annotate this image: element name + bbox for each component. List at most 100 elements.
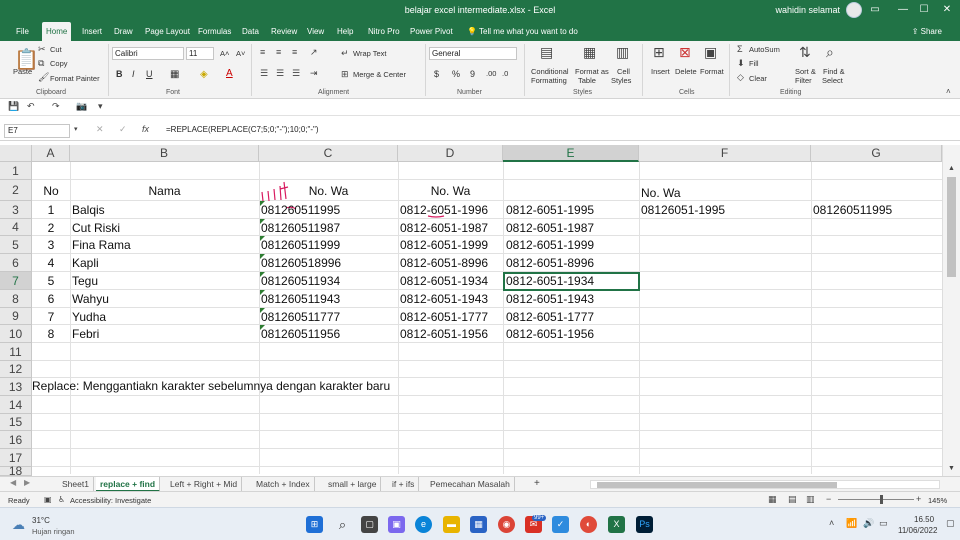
store-icon[interactable]: ▦ [470,516,487,533]
paste-button[interactable]: Paste [13,67,32,76]
sheet-tab-small-large[interactable]: small + large [324,477,382,492]
row-header[interactable]: 3 [0,201,32,219]
prev-sheet-icon[interactable]: ◀ [10,478,16,487]
undo-icon[interactable]: ↶ [27,101,35,112]
battery-icon[interactable]: ▭ [879,518,888,529]
tab-home[interactable]: Home [42,22,72,41]
row-header[interactable]: 9 [0,308,32,325]
photoshop-icon[interactable]: Ps [636,516,653,533]
enter-icon[interactable]: ✓ [119,124,127,135]
autosum-icon[interactable]: Σ [737,44,743,54]
cell-d[interactable]: 0812-6051-1996 [400,202,488,218]
sort-filter-icon[interactable]: ⇅ [799,44,811,61]
cell-c[interactable]: 081260511987 [261,220,340,236]
tab-review[interactable]: Review [267,22,301,41]
cell-nama[interactable]: Kapli [72,255,99,271]
align-bottom-icon[interactable]: ≡ [292,47,297,57]
error-indicator-icon[interactable] [260,325,265,330]
cell-d[interactable]: 0812-6051-1943 [400,291,488,307]
font-name-select[interactable]: Calibri [112,47,184,60]
minimize-button[interactable]: — [896,3,910,17]
find-select-button[interactable]: Find & [823,67,845,76]
cell-no[interactable]: 1 [32,202,70,218]
clock-date[interactable]: 11/06/2022 [898,526,937,535]
tasks-icon[interactable]: ✓ [552,516,569,533]
cell-nama[interactable]: Febri [72,326,99,342]
cut-button[interactable]: Cut [50,45,62,54]
italic-button[interactable]: I [132,69,135,79]
autosum-button[interactable]: AutoSum [749,45,780,54]
cell-nama[interactable]: Tegu [72,273,98,289]
borders-icon[interactable]: ▦ [170,69,179,80]
font-size-select[interactable]: 11 [186,47,214,60]
format-cells-button[interactable]: Format [700,67,724,76]
cell-e[interactable]: 0812-6051-1999 [506,237,594,253]
page-layout-view-icon[interactable]: ▤ [788,494,797,505]
cell-a2[interactable]: No [32,183,70,199]
format-painter-icon[interactable]: 🖌 [38,72,49,83]
page-break-view-icon[interactable]: ▥ [806,494,815,505]
copy-button[interactable]: Copy [50,59,68,68]
tell-me-search[interactable]: 💡 Tell me what you want to do [467,22,578,41]
weather-icon[interactable]: ☁ [12,517,25,533]
error-indicator-icon[interactable] [260,219,265,224]
currency-icon[interactable]: $ [434,69,439,79]
cell-no[interactable]: 4 [32,255,70,271]
row-header[interactable]: 6 [0,254,32,272]
column-header-b[interactable]: B [70,145,259,162]
merge-icon[interactable]: ⊞ [341,69,349,80]
cell-d[interactable]: 0812-6051-1999 [400,237,488,253]
chat-icon[interactable]: ▣ [388,516,405,533]
row-header[interactable]: 2 [0,180,32,201]
cell-f[interactable]: 08126051-1995 [641,202,725,218]
sheet-tab-replace-find[interactable]: replace + find [96,477,161,492]
cell-e[interactable]: 0812-6051-1943 [506,291,594,307]
row-header[interactable]: 16 [0,431,32,449]
edge-icon[interactable]: e [415,516,432,533]
restore-button[interactable]: ☐ [917,3,931,17]
tab-formulas[interactable]: Formulas [194,22,235,41]
camera-icon[interactable]: 📷 [76,101,87,112]
cell-e[interactable]: 0812-6051-1956 [506,326,594,342]
fill-button[interactable]: Fill [749,59,759,68]
insert-cells-button[interactable]: Insert [651,67,670,76]
delete-cells-button[interactable]: Delete [675,67,697,76]
tab-power-pivot[interactable]: Power Pivot [406,22,457,41]
row-header[interactable]: 1 [0,162,32,180]
insert-function-icon[interactable]: fx [142,124,149,134]
conditional-formatting-icon[interactable]: ▤ [540,44,553,61]
add-sheet-button[interactable]: + [530,477,544,492]
select-all-corner[interactable] [0,145,32,162]
wifi-icon[interactable]: 📶 [846,518,857,529]
error-indicator-icon[interactable] [260,308,265,313]
percent-icon[interactable]: % [452,69,460,79]
number-format-select[interactable]: General [429,47,517,60]
row-header[interactable]: 8 [0,290,32,308]
tab-draw[interactable]: Draw [110,22,137,41]
cell-nama[interactable]: Wahyu [72,291,109,307]
cell-c[interactable]: 081260511956 [261,326,340,342]
zoom-slider[interactable] [838,499,914,500]
tab-nitro-pro[interactable]: Nitro Pro [364,22,404,41]
cell-no[interactable]: 6 [32,291,70,307]
error-indicator-icon[interactable] [260,201,265,206]
zoom-out-icon[interactable]: − [826,494,831,504]
horizontal-scrollbar[interactable] [590,480,940,489]
volume-icon[interactable]: 🔊 [863,518,874,529]
row-header[interactable]: 13 [0,378,32,396]
wrap-text-button[interactable]: Wrap Text [353,49,387,58]
row-header[interactable]: 10 [0,325,32,343]
clock-time[interactable]: 16.50 [914,515,934,524]
cell-d[interactable]: 0812-6051-8996 [400,255,488,271]
sheet-tab-if-ifs[interactable]: if + ifs [388,477,420,492]
format-cells-icon[interactable]: ▣ [704,44,717,61]
tray-overflow-icon[interactable]: ˄ [829,518,834,528]
increase-font-icon[interactable]: A˄ [220,49,229,58]
formula-input[interactable]: =REPLACE(REPLACE(C7;5;0;"-");10;0;"-") [166,125,319,134]
wrap-text-icon[interactable]: ↵ [341,48,349,59]
underline-button[interactable]: U [146,69,153,79]
photos-icon[interactable]: ◐ [580,516,597,533]
cell-d[interactable]: 0812-6051-1777 [400,309,488,325]
align-right-icon[interactable]: ☰ [292,68,300,79]
cell-c[interactable]: 081260511934 [261,273,340,289]
